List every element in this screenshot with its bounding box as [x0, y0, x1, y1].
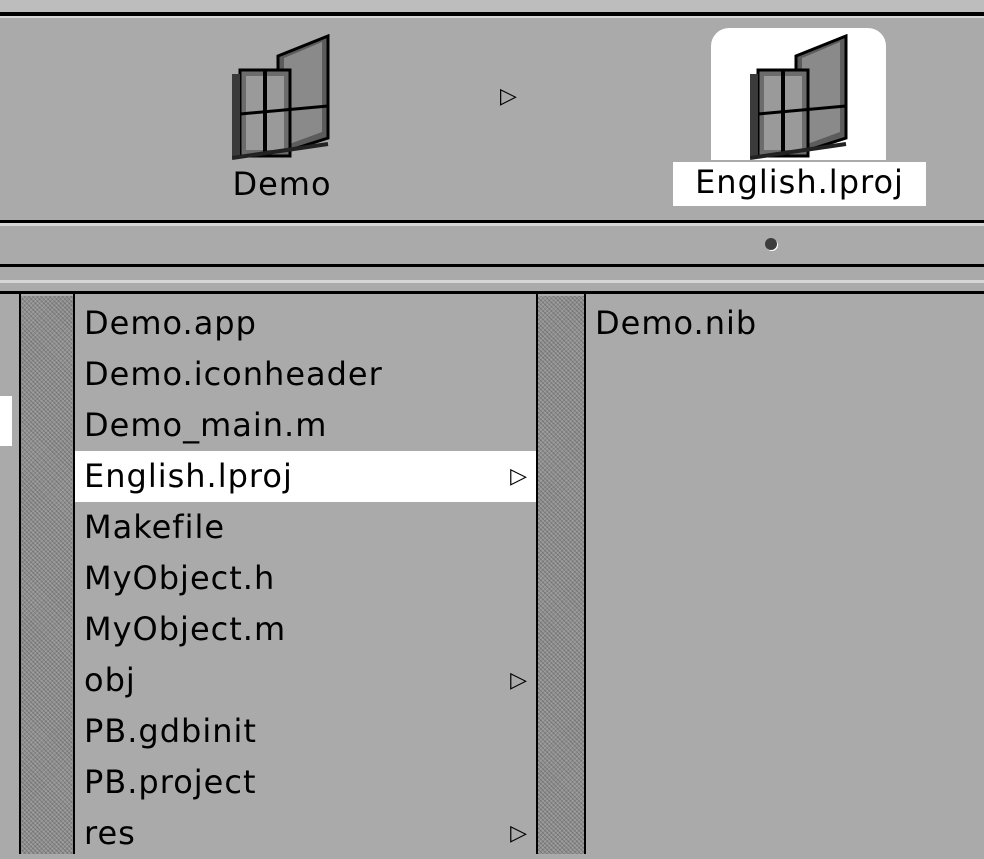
- file-row-english-lproj[interactable]: English.lproj ▷: [75, 451, 536, 502]
- file-label: obj: [84, 661, 136, 699]
- window-top-edge: [0, 0, 984, 12]
- file-label: MyObject.h: [84, 559, 276, 597]
- file-label: MyObject.m: [84, 610, 287, 648]
- shelf-item-label: English.lproj: [673, 162, 926, 206]
- shelf-top-highlight: [0, 16, 984, 18]
- file-row-res[interactable]: res ▷: [75, 808, 536, 859]
- file-row-pb-project[interactable]: PB.project: [75, 757, 536, 808]
- file-label: res: [84, 814, 136, 852]
- column-scrollbar[interactable]: [538, 296, 584, 854]
- file-row-demo-app[interactable]: Demo.app: [75, 298, 536, 349]
- file-row-demo-nib[interactable]: Demo.nib: [586, 298, 984, 349]
- column-divider: [584, 294, 586, 854]
- file-row-demo-iconheader[interactable]: Demo.iconheader: [75, 349, 536, 400]
- column-scrollbar[interactable]: [21, 296, 73, 854]
- file-label: PB.gdbinit: [84, 712, 257, 750]
- browser-top-border: [0, 291, 984, 294]
- file-list-column-1: Demo.app Demo.iconheader Demo_main.m Eng…: [75, 298, 536, 859]
- browser-top-highlight: [0, 280, 984, 283]
- file-label: Makefile: [84, 508, 226, 546]
- branch-arrow-icon: ▷: [510, 668, 528, 693]
- shelf-arrow-icon: ▷: [500, 84, 517, 109]
- file-label: English.lproj: [84, 457, 293, 495]
- file-label: Demo.app: [84, 304, 257, 342]
- folder-icon: [231, 33, 330, 160]
- file-label: Demo.nib: [595, 304, 758, 342]
- branch-arrow-icon: ▷: [510, 821, 528, 846]
- file-row-obj[interactable]: obj ▷: [75, 655, 536, 706]
- file-row-demo-main-m[interactable]: Demo_main.m: [75, 400, 536, 451]
- horizontal-scroller[interactable]: [0, 226, 984, 264]
- file-label: Demo.iconheader: [84, 355, 383, 393]
- file-list-column-2: Demo.nib: [586, 298, 984, 349]
- shelf-item-label: Demo: [232, 165, 332, 203]
- file-row-myobject-m[interactable]: MyObject.m: [75, 604, 536, 655]
- shelf-item-demo[interactable]: [231, 33, 332, 164]
- file-row-myobject-h[interactable]: MyObject.h: [75, 553, 536, 604]
- folder-icon: [749, 33, 848, 160]
- branch-arrow-icon: ▷: [510, 464, 528, 489]
- file-row-pb-gdbinit[interactable]: PB.gdbinit: [75, 706, 536, 757]
- window-left-notch: [0, 396, 12, 446]
- file-row-makefile[interactable]: Makefile: [75, 502, 536, 553]
- shelf-item-english-lproj[interactable]: [749, 33, 850, 164]
- scroller-knob-icon[interactable]: [765, 238, 777, 250]
- file-label: PB.project: [84, 763, 257, 801]
- file-label: Demo_main.m: [84, 406, 328, 444]
- scroller-bottom-border: [0, 264, 984, 267]
